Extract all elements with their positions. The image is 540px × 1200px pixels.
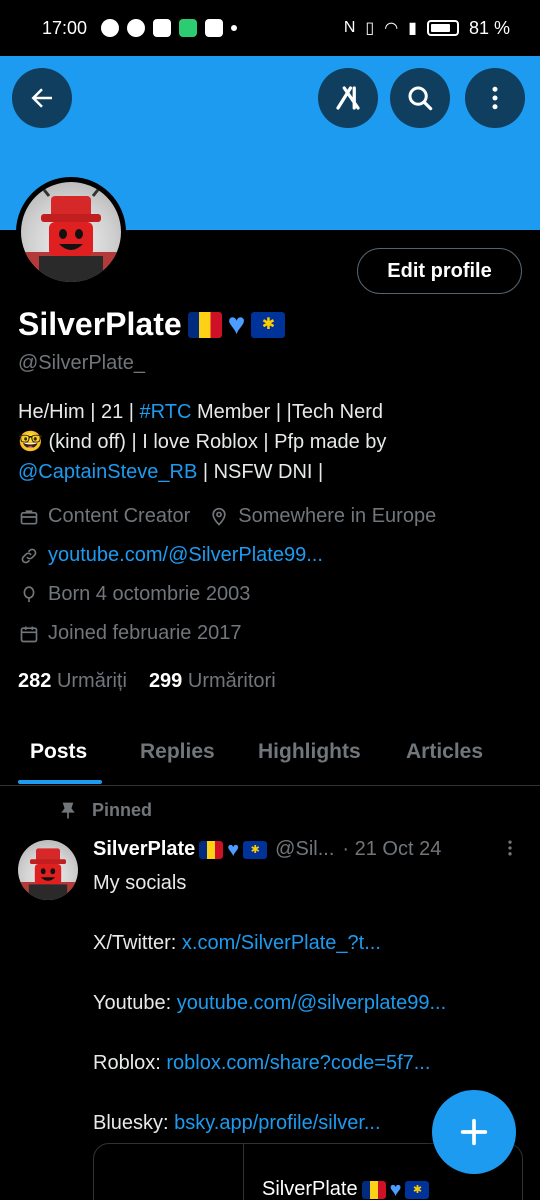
battery-percent: 81 % bbox=[468, 17, 510, 38]
more-options-button[interactable] bbox=[465, 68, 525, 128]
youtube-link[interactable]: youtube.com/@silverplate99... bbox=[177, 992, 446, 1014]
post-date: · 21 Oct 24 bbox=[342, 838, 442, 860]
profile-meta-row-3: Born 4 octombrie 2003 bbox=[18, 583, 250, 606]
mention-link[interactable]: @CaptainSteve_RB bbox=[18, 461, 197, 483]
quoted-post-media bbox=[94, 1144, 244, 1200]
location-icon bbox=[208, 506, 230, 528]
nerd-face-icon: 🤓 bbox=[18, 431, 43, 453]
profile-joined: Joined februarie 2017 bbox=[48, 622, 242, 644]
link-icon bbox=[18, 545, 40, 567]
profile-avatar[interactable] bbox=[16, 177, 126, 287]
eu-flag-icon bbox=[243, 840, 268, 859]
profile-meta-row-1: Content Creator Somewhere in Europe bbox=[18, 505, 436, 528]
tab-posts[interactable]: Posts bbox=[30, 740, 87, 764]
tab-replies[interactable]: Replies bbox=[140, 740, 215, 764]
tab-articles[interactable]: Articles bbox=[406, 740, 483, 764]
more-vertical-icon bbox=[492, 86, 498, 110]
post-author-handle: @Sil... bbox=[275, 838, 335, 860]
profile-birthday: Born 4 octombrie 2003 bbox=[48, 583, 251, 605]
arrow-left-icon bbox=[31, 88, 52, 108]
post-author-avatar[interactable] bbox=[18, 840, 78, 900]
blue-heart-icon: ♥ bbox=[227, 838, 240, 861]
search-icon bbox=[408, 86, 433, 111]
wifi-icon: ◠ bbox=[384, 20, 399, 37]
signal-icon: ▮ bbox=[408, 20, 417, 37]
post-header: SilverPlate ♥ @Sil... · 21 Oct 24 bbox=[93, 838, 441, 861]
avatar-image bbox=[21, 182, 121, 282]
grok-button[interactable] bbox=[318, 68, 378, 128]
profile-meta-row-4: Joined februarie 2017 bbox=[18, 622, 241, 645]
twitter-link[interactable]: x.com/SilverPlate_?t... bbox=[182, 932, 381, 954]
follow-counts: 282 Urmăriți 299 Urmăritori bbox=[18, 670, 276, 693]
romania-flag-icon bbox=[199, 840, 224, 859]
profile-website-link[interactable]: youtube.com/@SilverPlate99... bbox=[48, 544, 323, 567]
blue-heart-icon: ♥ bbox=[227, 307, 246, 341]
romania-flag-icon bbox=[187, 311, 222, 338]
profile-location: Somewhere in Europe bbox=[238, 505, 437, 527]
more-notifications-icon bbox=[231, 25, 238, 31]
notification-icons bbox=[101, 19, 238, 37]
romania-flag-icon bbox=[361, 1180, 386, 1199]
compose-post-button[interactable] bbox=[432, 1090, 516, 1174]
pinned-label: Pinned bbox=[58, 800, 152, 821]
vibrate-icon: ▯ bbox=[365, 20, 375, 37]
display-name: SilverPlate bbox=[18, 306, 182, 342]
back-button[interactable] bbox=[12, 68, 72, 128]
facebook-icon bbox=[127, 19, 146, 37]
status-bar: 17:00 N ▯ ◠ ▮ 81 % bbox=[0, 0, 540, 56]
status-time: 17:00 bbox=[42, 17, 88, 38]
quoted-post-author: SilverPlate ♥ bbox=[262, 1178, 430, 1200]
post-author-name[interactable]: SilverPlate bbox=[93, 838, 195, 861]
profile-tabs: Posts Replies Highlights Articles bbox=[0, 722, 540, 786]
hashtag-link[interactable]: #RTC bbox=[140, 401, 192, 423]
search-button[interactable] bbox=[390, 68, 450, 128]
youtube-icon bbox=[153, 19, 172, 37]
youtube-icon bbox=[205, 19, 224, 37]
profile-name: SilverPlate ♥ bbox=[18, 306, 286, 343]
roblox-link[interactable]: roblox.com/share?code=5f7... bbox=[166, 1052, 430, 1074]
roblox-avatar-icon bbox=[21, 185, 121, 282]
active-tab-indicator bbox=[18, 780, 102, 784]
edit-profile-button[interactable]: Edit profile bbox=[357, 248, 522, 294]
eu-flag-icon bbox=[251, 311, 286, 338]
following-link[interactable]: 282 Urmăriți bbox=[18, 670, 127, 693]
briefcase-icon bbox=[18, 506, 40, 528]
bluesky-link[interactable]: bsky.app/profile/silver... bbox=[174, 1112, 380, 1134]
nfc-icon: N bbox=[343, 19, 356, 36]
balloon-icon bbox=[18, 584, 40, 606]
pin-icon bbox=[61, 802, 75, 818]
blue-heart-icon: ♥ bbox=[389, 1178, 402, 1200]
roblox-avatar-icon bbox=[18, 848, 78, 900]
profile-bio: He/Him | 21 | #RTC Member | |Tech Nerd 🤓… bbox=[18, 401, 387, 483]
profile-handle: @SilverPlate_ bbox=[18, 352, 146, 374]
followers-link[interactable]: 299 Urmăritori bbox=[149, 670, 276, 693]
post-more-button[interactable] bbox=[500, 838, 520, 864]
calendar-icon bbox=[18, 623, 40, 645]
more-vertical-icon bbox=[508, 840, 512, 856]
profile-category: Content Creator bbox=[48, 505, 191, 527]
app-notification-icon bbox=[179, 19, 198, 37]
grok-icon bbox=[336, 86, 360, 110]
plus-icon bbox=[460, 1118, 488, 1146]
tab-highlights[interactable]: Highlights bbox=[258, 740, 361, 764]
facebook-icon bbox=[101, 19, 120, 37]
profile-meta-row-2: youtube.com/@SilverPlate99... bbox=[18, 544, 323, 567]
eu-flag-icon bbox=[405, 1180, 430, 1199]
battery-icon bbox=[426, 20, 459, 36]
